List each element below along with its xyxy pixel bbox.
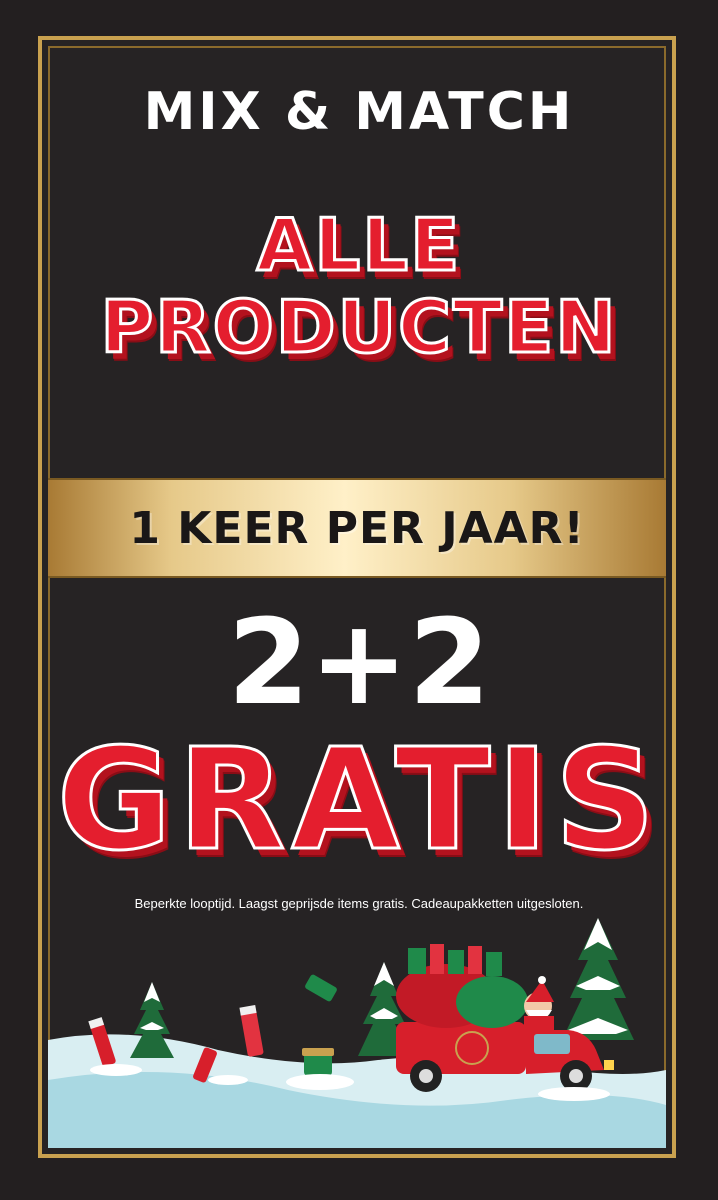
banner-text: 1 KEER PER JAAR! [129,502,585,554]
headline-line-1: ALLE [255,203,462,287]
christmas-tree-icon [562,918,634,1040]
product-jar-icon [305,974,337,1002]
offer-word: GRATIS [55,719,662,882]
product-jar-icon [302,1048,334,1076]
santa-icon [524,976,554,1030]
kicker-text: MIX & MATCH [143,82,575,142]
christmas-tree-icon [130,982,174,1058]
headline-line-2: PRODUCTEN [99,285,618,369]
christmas-scene [48,918,666,1148]
gold-banner: 1 KEER PER JAAR! [48,478,666,578]
product-tube-icon [239,1005,264,1057]
disclaimer-text: Beperkte looptijd. Laagst geprijsde item… [134,896,584,911]
offer-numbers: 2+2 [227,593,491,731]
gift-bag-icon [396,944,528,1028]
